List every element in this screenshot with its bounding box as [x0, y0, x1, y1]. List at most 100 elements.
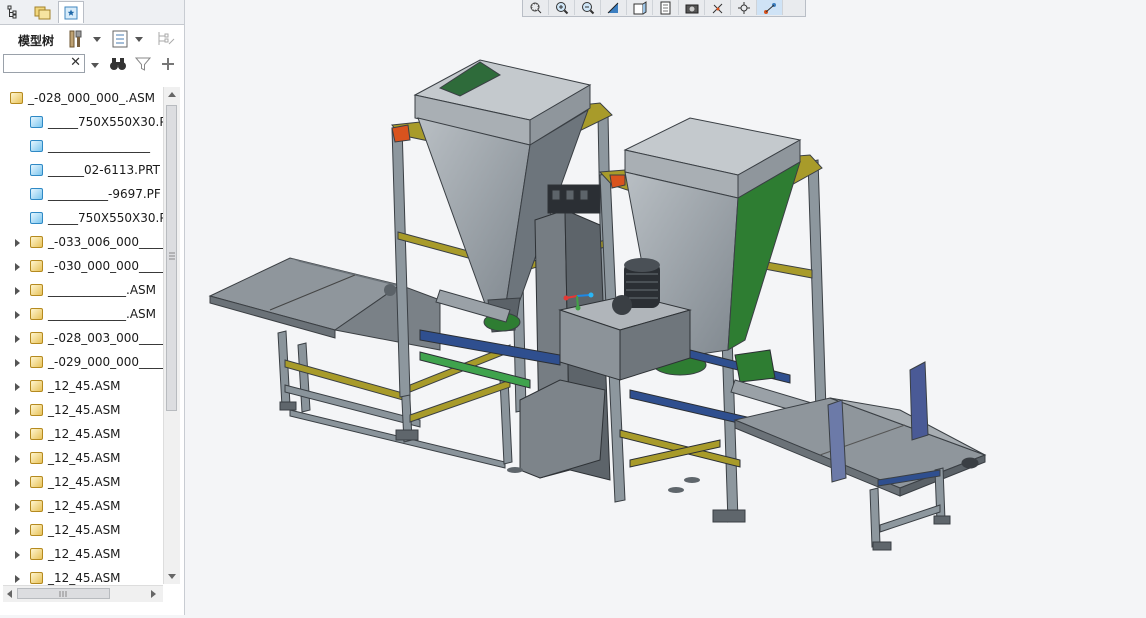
view-toolbar — [522, 0, 806, 17]
vertical-scroll-thumb[interactable] — [166, 105, 177, 411]
expand-arrow-icon[interactable] — [15, 503, 20, 511]
tree-title: 模型树 — [18, 34, 55, 48]
expand-arrow-icon[interactable] — [15, 239, 20, 247]
tools-icon — [69, 30, 82, 48]
tab-favorites[interactable] — [58, 1, 84, 23]
add-button[interactable] — [158, 55, 178, 73]
find-button[interactable] — [108, 55, 128, 73]
horizontal-scrollbar[interactable] — [3, 585, 163, 602]
assembly-model-render — [208, 59, 987, 551]
tree-item[interactable]: _12_45.ASM — [0, 447, 163, 471]
saved-views-button[interactable] — [653, 0, 679, 15]
show-dropdown[interactable] — [134, 34, 144, 44]
expand-arrow-icon[interactable] — [15, 431, 20, 439]
tree-item[interactable]: _-030_000_000_____ — [0, 255, 163, 279]
tree-item-label: _12_45.ASM — [48, 475, 121, 489]
assembly-icon — [30, 428, 43, 440]
assembly-icon — [30, 356, 43, 368]
tree-item-label: _-028_003_000_____ — [48, 331, 163, 345]
scroll-right-icon[interactable] — [151, 590, 156, 598]
tab-model-tree[interactable] — [0, 1, 26, 23]
filter-button[interactable] — [133, 55, 153, 73]
part-icon — [30, 164, 43, 176]
settings-dropdown[interactable] — [92, 34, 102, 44]
tree-item[interactable]: ______02-6113.PRT — [0, 159, 163, 183]
graphics-viewport[interactable] — [185, 17, 1146, 615]
tree-item[interactable]: _12_45.ASM — [0, 423, 163, 447]
spin-center-button[interactable] — [731, 0, 757, 15]
zoom-in-button[interactable] — [549, 0, 575, 15]
tree-item-label: _-033_006_000_____ — [48, 235, 163, 249]
view-orient-button[interactable] — [627, 0, 653, 15]
tree-item[interactable]: _________________ — [0, 135, 163, 159]
datum-display-icon — [712, 3, 722, 13]
tree-item[interactable]: _____________.ASM — [0, 303, 163, 327]
tree-item[interactable]: _-033_006_000_____ — [0, 231, 163, 255]
expand-arrow-icon[interactable] — [15, 335, 20, 343]
tree-item-label: ______02-6113.PRT — [48, 163, 160, 177]
tab-folder-browser[interactable] — [30, 1, 56, 23]
clear-icon[interactable]: ✕ — [70, 55, 81, 70]
tree-item[interactable]: _12_45.ASM — [0, 471, 163, 495]
expand-arrow-icon[interactable] — [15, 479, 20, 487]
tree-item[interactable]: _____750X550X30.PI — [0, 111, 163, 135]
navigator-tabbar — [0, 0, 184, 25]
assembly-icon — [30, 380, 43, 392]
expand-arrow-icon[interactable] — [15, 527, 20, 535]
shading-button[interactable] — [601, 0, 627, 15]
tree-item[interactable]: _12_45.ASM — [0, 519, 163, 543]
datum-display-button[interactable] — [705, 0, 731, 15]
tree-item-label: _12_45.ASM — [48, 451, 121, 465]
assembly-icon — [30, 548, 43, 560]
list-icon — [112, 30, 128, 48]
camera-button[interactable] — [679, 0, 705, 15]
tree-item[interactable]: _12_45.ASM — [0, 375, 163, 399]
part-icon — [30, 212, 43, 224]
search-input[interactable] — [6, 56, 74, 73]
tree-item-label: _____750X550X30.PI — [48, 211, 163, 225]
model-tree: _-028_000_000_.ASM _____750X550X30.PI ____… — [0, 87, 163, 587]
scroll-up-icon[interactable] — [168, 92, 176, 97]
expand-arrow-icon[interactable] — [15, 287, 20, 295]
vertical-scrollbar[interactable] — [163, 87, 180, 584]
folder-browser-icon — [34, 6, 51, 20]
tree-item-label: _12_45.ASM — [48, 523, 121, 537]
assembly-icon — [30, 404, 43, 416]
tree-item-label: _-029_000_000_____ — [48, 355, 163, 369]
assembly-icon — [30, 308, 43, 320]
expand-arrow-icon[interactable] — [15, 263, 20, 271]
zoom-out-button[interactable] — [575, 0, 601, 15]
scroll-left-icon[interactable] — [7, 590, 12, 598]
tree-item[interactable]: _12_45.ASM — [0, 399, 163, 423]
columns-button[interactable] — [155, 29, 177, 49]
right-conveyor — [733, 361, 987, 551]
scroll-down-icon[interactable] — [168, 574, 176, 579]
tree-item-label: _-030_000_000_____ — [48, 259, 163, 273]
tree-item[interactable]: _____________.ASM — [0, 279, 163, 303]
zoom-fit-button[interactable] — [523, 0, 549, 15]
expand-arrow-icon[interactable] — [15, 575, 20, 583]
tree-item[interactable]: __________-9697.PF — [0, 183, 163, 207]
tree-item[interactable]: _-029_000_000_____ — [0, 351, 163, 375]
tree-item[interactable]: _-028_000_000_.ASM — [0, 87, 163, 111]
assembly-icon — [30, 452, 43, 464]
expand-arrow-icon[interactable] — [15, 407, 20, 415]
expand-arrow-icon[interactable] — [15, 311, 20, 319]
horizontal-scroll-thumb[interactable] — [17, 588, 110, 599]
annotation-display-button[interactable] — [757, 0, 783, 15]
filter-icon — [135, 57, 151, 71]
settings-button[interactable] — [66, 28, 86, 50]
tree-item[interactable]: _12_45.ASM — [0, 495, 163, 519]
expand-arrow-icon[interactable] — [15, 359, 20, 367]
search-dropdown[interactable] — [90, 60, 100, 70]
view-orient-icon — [633, 0, 646, 14]
expand-arrow-icon[interactable] — [15, 551, 20, 559]
tree-item[interactable]: _____750X550X30.PI — [0, 207, 163, 231]
tree-item[interactable]: _-028_003_000_____ — [0, 327, 163, 351]
expand-arrow-icon[interactable] — [15, 455, 20, 463]
show-button[interactable] — [110, 29, 130, 49]
tree-item[interactable]: _12_45.ASM — [0, 543, 163, 567]
tree-item[interactable]: _12_45.ASM — [0, 567, 163, 587]
motor — [612, 258, 660, 315]
expand-arrow-icon[interactable] — [15, 383, 20, 391]
